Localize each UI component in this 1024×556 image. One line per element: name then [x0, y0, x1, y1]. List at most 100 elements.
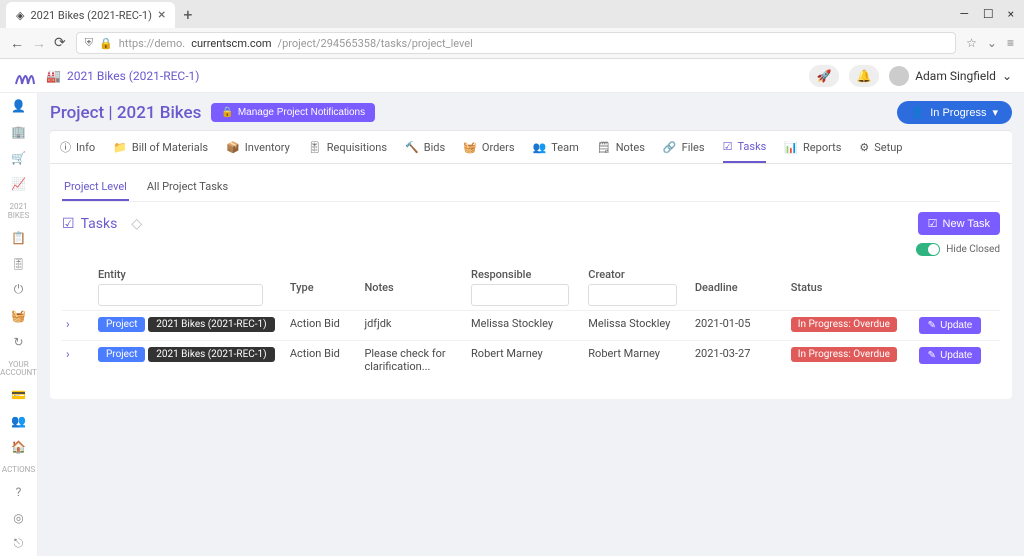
section-title: ☑ Tasks ◇	[62, 216, 142, 232]
minimize-icon[interactable]: —	[959, 7, 968, 21]
new-tab-button[interactable]: +	[183, 5, 192, 24]
cell-notes: Please check for clarification...	[360, 341, 467, 380]
tab-close-icon[interactable]: ×	[158, 7, 165, 23]
team-icon: 👥	[533, 141, 547, 154]
rail-help-icon[interactable]: ?	[7, 483, 31, 501]
rocket-button[interactable]: 🚀	[809, 65, 839, 87]
close-window-icon[interactable]: ×	[1008, 7, 1014, 21]
bookmark-icon[interactable]: ☆	[966, 36, 977, 50]
cell-creator: Robert Marney	[584, 341, 691, 380]
reload-button[interactable]: ⟳	[54, 35, 66, 52]
cell-deadline: 2021-03-27	[691, 341, 787, 380]
maximize-icon[interactable]: ☐	[983, 7, 994, 21]
tab-favicon: ◈	[16, 9, 24, 22]
browser-tab-bar: ◈ 2021 Bikes (2021-REC-1) × + — ☐ ×	[0, 0, 1024, 28]
url-host: currentscm.com	[191, 37, 271, 50]
tab-tasks[interactable]: ☑Tasks	[723, 131, 767, 163]
expand-row-icon[interactable]: ›	[66, 347, 70, 361]
user-menu[interactable]: Adam Singfield ⌄	[889, 66, 1012, 86]
update-button[interactable]: ✎Update	[919, 347, 982, 364]
rail-power-icon[interactable]: ⏻	[7, 281, 31, 299]
diamond-icon[interactable]: ◇	[131, 216, 142, 232]
subtab-all-tasks[interactable]: All Project Tasks	[145, 174, 230, 201]
cell-responsible: Melissa Stockley	[467, 311, 584, 341]
check-icon: ☑	[62, 216, 75, 232]
task-subtabs: Project Level All Project Tasks	[62, 174, 1000, 202]
filter-creator[interactable]	[588, 284, 677, 306]
rail-exit-icon[interactable]: ⎋	[7, 535, 31, 553]
tab-info[interactable]: ⓘInfo	[60, 131, 95, 163]
rail-sliders-icon[interactable]: 🎚	[7, 255, 31, 273]
page-title: Project | 2021 Bikes	[50, 103, 201, 123]
page-header: Project | 2021 Bikes 🔒 Manage Project No…	[50, 101, 1012, 124]
entity-name-chip[interactable]: 2021 Bikes (2021-REC-1)	[148, 347, 274, 362]
pocket-icon[interactable]: ⌄	[987, 36, 997, 50]
box-icon: 📦	[226, 141, 240, 154]
tab-notes[interactable]: 🗒Notes	[597, 131, 645, 163]
menu-icon[interactable]: ≡	[1007, 36, 1014, 50]
address-bar: ← → ⟳ ⛨ 🔒 https://demo. currentscm.com/pr…	[0, 28, 1024, 58]
expand-row-icon[interactable]: ›	[66, 317, 70, 331]
col-entity: Entity	[98, 268, 282, 281]
info-icon: ⓘ	[60, 139, 71, 155]
tab-title: 2021 Bikes (2021-REC-1)	[30, 9, 151, 22]
hide-closed-row: Hide Closed	[62, 243, 1000, 256]
breadcrumb[interactable]: 🏭 2021 Bikes (2021-REC-1)	[46, 69, 199, 83]
tasks-table: Entity Type Notes Responsible Creator De…	[62, 264, 1000, 379]
manage-notifications-button[interactable]: 🔒 Manage Project Notifications	[211, 103, 375, 122]
project-status-dropdown[interactable]: 👤 In Progress ▾	[897, 101, 1012, 124]
main-content: Project | 2021 Bikes 🔒 Manage Project No…	[38, 93, 1024, 556]
rail-user-icon[interactable]: 👤	[7, 97, 31, 115]
link-icon: 🔗	[663, 141, 677, 154]
lock-icon: 🔒	[99, 37, 113, 50]
entity-name-chip[interactable]: 2021 Bikes (2021-REC-1)	[148, 317, 274, 332]
entity-type-chip: Project	[98, 317, 146, 332]
col-deadline: Deadline	[695, 281, 783, 294]
app-bar: 🏭 2021 Bikes (2021-REC-1) 🚀 🔔 Adam Singf…	[0, 59, 1024, 93]
rail-chart-icon[interactable]: 📈	[7, 175, 31, 193]
tab-files[interactable]: 🔗Files	[663, 131, 705, 163]
back-button[interactable]: ←	[10, 35, 24, 52]
rail-target-icon[interactable]: ◎	[7, 509, 31, 527]
rail-cart-icon[interactable]: 🛒	[7, 149, 31, 167]
table-row: ›Project 2021 Bikes (2021-REC-1)Action B…	[62, 341, 1000, 380]
update-button[interactable]: ✎Update	[919, 317, 982, 334]
window-controls: — ☐ ×	[959, 7, 1024, 21]
url-prefix: https://demo.	[119, 37, 186, 50]
tab-bom[interactable]: 📁Bill of Materials	[113, 131, 208, 163]
rail-home-icon[interactable]: 🏠	[7, 438, 31, 456]
rail-building-icon[interactable]: 🏢	[7, 123, 31, 141]
filter-entity[interactable]	[98, 284, 263, 306]
rail-account-label: YOUR ACCOUNT	[0, 361, 37, 379]
breadcrumb-text: 2021 Bikes (2021-REC-1)	[67, 69, 200, 83]
tab-setup[interactable]: ⚙Setup	[859, 131, 902, 163]
col-notes: Notes	[364, 281, 463, 294]
subtab-project-level[interactable]: Project Level	[62, 174, 129, 201]
hide-closed-toggle[interactable]	[916, 243, 940, 256]
browser-tab[interactable]: ◈ 2021 Bikes (2021-REC-1) ×	[6, 2, 175, 28]
note-icon: 🗒	[597, 141, 611, 154]
tab-bids[interactable]: 🔨Bids	[405, 131, 445, 163]
rail-card-icon[interactable]: 💳	[7, 386, 31, 404]
avatar	[889, 66, 909, 86]
rail-people-icon[interactable]: 👥	[7, 412, 31, 430]
cell-type: Action Bid	[286, 311, 361, 341]
rail-basket-icon[interactable]: 🧺	[7, 307, 31, 325]
rail-sync-icon[interactable]: ↻	[7, 333, 31, 351]
new-task-button[interactable]: ☑ New Task	[918, 212, 1000, 235]
url-path: /project/294565358/tasks/project_level	[278, 37, 473, 50]
tab-orders[interactable]: 🧺Orders	[463, 131, 514, 163]
tab-team[interactable]: 👥Team	[533, 131, 579, 163]
notifications-button[interactable]: 🔔	[849, 65, 879, 87]
tab-inventory[interactable]: 📦Inventory	[226, 131, 290, 163]
cell-notes: jdfjdk	[360, 311, 467, 341]
rail-clipboard-icon[interactable]: 📋	[7, 229, 31, 247]
tab-reports[interactable]: 📊Reports	[784, 131, 841, 163]
shield-icon: ⛨	[85, 36, 93, 50]
cell-creator: Melissa Stockley	[584, 311, 691, 341]
filter-responsible[interactable]	[471, 284, 569, 306]
forward-button[interactable]: →	[32, 35, 46, 52]
browser-chrome: ◈ 2021 Bikes (2021-REC-1) × + — ☐ × ← → …	[0, 0, 1024, 59]
url-input[interactable]: ⛨ 🔒 https://demo. currentscm.com/project/…	[76, 32, 956, 54]
tab-requisitions[interactable]: 🎚Requisitions	[308, 131, 387, 163]
